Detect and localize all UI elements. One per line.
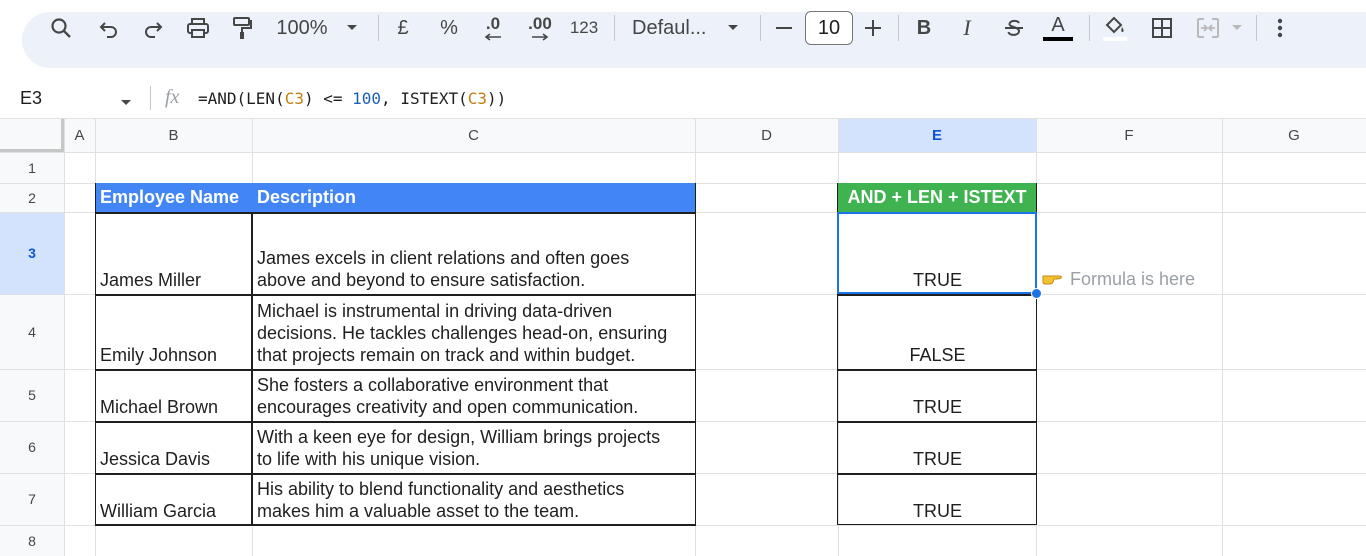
toolbar-divider: [378, 15, 379, 41]
font-dropdown-icon[interactable]: [724, 0, 742, 56]
formula-number: 100: [352, 89, 382, 108]
text-color-swatch: [1043, 37, 1073, 41]
row-header-6[interactable]: 6: [0, 421, 64, 473]
gridline: [0, 118, 1366, 119]
borders-icon[interactable]: [1148, 0, 1176, 56]
italic-button[interactable]: I: [957, 0, 977, 56]
row-header-3[interactable]: 3: [0, 212, 64, 294]
row-header-8[interactable]: 8: [0, 525, 64, 556]
row-header-7[interactable]: 7: [0, 473, 64, 525]
gridline: [1222, 118, 1223, 556]
select-all-corner[interactable]: [0, 118, 64, 152]
toolbar-divider: [760, 15, 761, 41]
column-header-d[interactable]: D: [695, 118, 838, 152]
table-border: [251, 212, 253, 525]
formula-bar-divider: [150, 86, 151, 110]
strikethrough-icon[interactable]: [1001, 0, 1027, 56]
undo-icon[interactable]: [94, 0, 124, 56]
merge-cells-icon[interactable]: [1193, 0, 1223, 56]
column-header-g[interactable]: G: [1222, 118, 1366, 152]
column-header-a[interactable]: A: [64, 118, 95, 152]
formula-input[interactable]: =AND(LEN(C3) <= 100, ISTEXT(C3)): [198, 89, 506, 108]
merge-dropdown-icon[interactable]: [1229, 0, 1245, 56]
bold-button[interactable]: B: [913, 0, 935, 56]
spreadsheet-grid[interactable]: A B C D E F G 1 2 3 4 5 6 7 8 Employee N…: [0, 118, 1366, 556]
fill-handle[interactable]: [1031, 288, 1042, 299]
result-border: [837, 294, 1037, 296]
decrease-decimal-button[interactable]: .0: [478, 0, 508, 56]
table-outline: [95, 183, 696, 526]
table-border: [95, 212, 696, 214]
annotation-text: Formula is here: [1070, 269, 1196, 289]
formula-part: , ISTEXT(: [381, 89, 468, 108]
row-header-1[interactable]: 1: [0, 152, 64, 183]
font-size-input[interactable]: 10: [805, 11, 853, 45]
toolbar-divider: [1089, 15, 1090, 41]
text-color-button[interactable]: A: [1040, 0, 1076, 56]
increase-decimal-button[interactable]: .00: [522, 0, 558, 56]
text-color-letter: A: [1051, 14, 1065, 36]
gridline: [0, 152, 1366, 153]
column-header-c[interactable]: C: [252, 118, 695, 152]
table-border: [95, 524, 696, 526]
increase-font-size-icon[interactable]: [862, 0, 884, 56]
more-options-icon[interactable]: [1270, 0, 1290, 56]
search-icon[interactable]: [46, 0, 76, 56]
formula-ref: C3: [284, 89, 304, 108]
formula-part: =AND(LEN(: [198, 89, 285, 108]
name-box-dropdown-icon[interactable]: [120, 94, 132, 112]
fx-icon: fx: [165, 86, 180, 108]
column-header-f[interactable]: F: [1036, 118, 1222, 152]
name-box[interactable]: E3: [20, 88, 42, 109]
arrow-right-icon: [532, 33, 549, 41]
toolbar-divider: [898, 15, 899, 41]
print-icon[interactable]: [183, 0, 213, 56]
fill-color-icon[interactable]: [1100, 0, 1130, 56]
paint-format-icon[interactable]: [227, 0, 257, 56]
decrease-font-size-icon[interactable]: [773, 0, 795, 56]
selected-cell-outline: [837, 212, 1037, 294]
result-border: [837, 421, 1037, 423]
formula-bar: E3 fx =AND(LEN(C3) <= 100, ISTEXT(C3)): [0, 78, 1366, 118]
arrow-left-icon: [484, 33, 501, 41]
table-border: [95, 369, 696, 371]
percent-format-button[interactable]: %: [437, 0, 461, 56]
table-border: [95, 294, 696, 296]
result-border: [837, 369, 1037, 371]
formula-ref: C3: [467, 89, 488, 108]
table-border: [95, 473, 696, 475]
pointing-hand-icon: [1042, 271, 1062, 290]
gridline: [64, 118, 65, 556]
formula-part: ) <=: [303, 89, 353, 108]
toolbar-divider: [614, 15, 615, 41]
increase-decimal-label: .00: [528, 14, 552, 33]
table-border: [95, 421, 696, 423]
font-select[interactable]: Defaul...: [632, 0, 712, 56]
row-header-5[interactable]: 5: [0, 369, 64, 421]
result-border: [837, 473, 1037, 475]
redo-icon[interactable]: [138, 0, 168, 56]
zoom-select[interactable]: 100%: [274, 0, 330, 56]
zoom-dropdown-icon[interactable]: [343, 0, 361, 56]
decrease-decimal-label: .0: [485, 14, 501, 33]
row-header-4[interactable]: 4: [0, 294, 64, 369]
formula-part: )): [487, 89, 507, 108]
column-header-b[interactable]: B: [95, 118, 252, 152]
fill-color-swatch: [1103, 36, 1127, 41]
column-header-e[interactable]: E: [838, 118, 1036, 152]
currency-format-button[interactable]: £: [393, 0, 413, 56]
row-header-2[interactable]: 2: [0, 183, 64, 212]
number-format-button[interactable]: 123: [569, 0, 599, 56]
toolbar-divider: [1256, 15, 1257, 41]
